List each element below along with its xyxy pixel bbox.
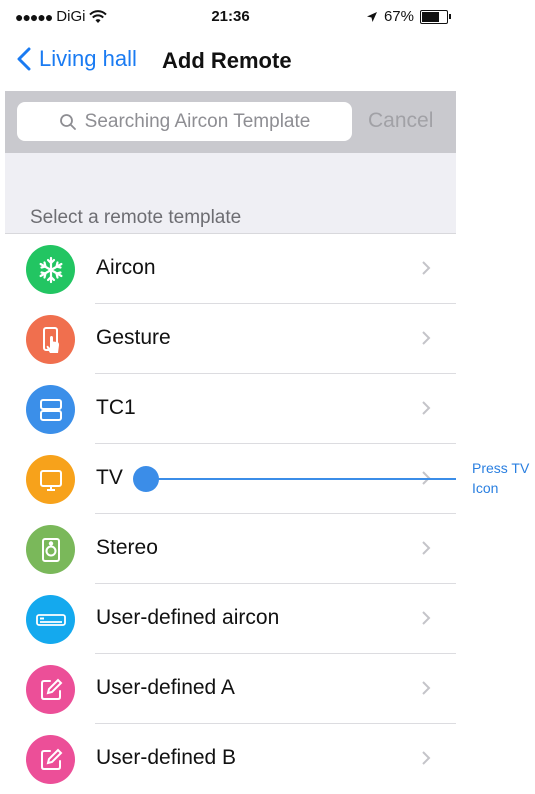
status-right: 67% bbox=[366, 8, 451, 25]
phone-screen: ●●●●● DiGi 21:36 67% Living hall Add Rem… bbox=[5, 0, 456, 789]
speaker-icon bbox=[26, 525, 75, 574]
chevron-left-icon bbox=[17, 47, 31, 71]
annotation-marker bbox=[133, 466, 159, 492]
search-icon bbox=[59, 113, 76, 130]
annotation-line2: Icon bbox=[472, 480, 499, 496]
chevron-right-icon bbox=[422, 541, 431, 555]
aircon-unit-icon bbox=[26, 595, 75, 644]
list-item-label: Stereo bbox=[96, 536, 158, 559]
gesture-phone-icon bbox=[26, 315, 75, 364]
battery-percent: 67% bbox=[383, 8, 414, 25]
list-item-user-defined-a[interactable]: User-defined A bbox=[5, 654, 456, 724]
list-item-aircon[interactable]: Aircon bbox=[5, 234, 456, 304]
list-item-user-defined-aircon[interactable]: User-defined aircon bbox=[5, 584, 456, 654]
list-item-label: User-defined A bbox=[96, 676, 235, 699]
back-button[interactable]: Living hall bbox=[17, 46, 137, 72]
location-arrow-icon bbox=[366, 11, 377, 22]
list-item-label: Gesture bbox=[96, 326, 171, 349]
chevron-right-icon bbox=[422, 401, 431, 415]
back-label: Living hall bbox=[39, 46, 137, 71]
list-item-stereo[interactable]: Stereo bbox=[5, 514, 456, 584]
search-bar: Searching Aircon Template Cancel bbox=[5, 91, 456, 153]
chevron-right-icon bbox=[422, 331, 431, 345]
chevron-right-icon bbox=[422, 611, 431, 625]
chevron-right-icon bbox=[422, 681, 431, 695]
search-placeholder: Searching Aircon Template bbox=[84, 110, 311, 132]
list-item-label: User-defined aircon bbox=[96, 606, 280, 629]
chevron-right-icon bbox=[422, 261, 431, 275]
list-item-tc1[interactable]: TC1 bbox=[5, 374, 456, 444]
panels-icon bbox=[26, 385, 75, 434]
edit-icon bbox=[26, 735, 75, 784]
battery-icon bbox=[420, 9, 451, 24]
chevron-right-icon bbox=[422, 751, 431, 765]
cancel-button[interactable]: Cancel bbox=[368, 109, 433, 133]
remote-template-list: Aircon Gesture TC1 TV Stereo User-define… bbox=[5, 234, 456, 794]
search-input[interactable]: Searching Aircon Template bbox=[17, 102, 352, 141]
list-item-label: TV bbox=[96, 466, 123, 489]
tv-icon bbox=[26, 455, 75, 504]
list-item-label: Aircon bbox=[96, 256, 156, 279]
edit-icon bbox=[26, 665, 75, 714]
list-item-gesture[interactable]: Gesture bbox=[5, 304, 456, 374]
section-label: Select a remote template bbox=[30, 207, 242, 228]
list-item-label: User-defined B bbox=[96, 746, 237, 769]
list-item-user-defined-b[interactable]: User-defined B bbox=[5, 724, 456, 794]
annotation-callout: Press TV Icon bbox=[472, 458, 535, 498]
annotation-line1: Press TV bbox=[472, 460, 530, 476]
annotation-line bbox=[158, 478, 456, 480]
list-item-label: TC1 bbox=[96, 396, 136, 419]
status-bar: ●●●●● DiGi 21:36 67% bbox=[5, 0, 456, 34]
snowflake-icon bbox=[26, 245, 75, 294]
section-header: Select a remote template bbox=[5, 153, 456, 234]
navigation-bar: Living hall Add Remote bbox=[5, 34, 456, 90]
page-title: Add Remote bbox=[162, 48, 292, 73]
